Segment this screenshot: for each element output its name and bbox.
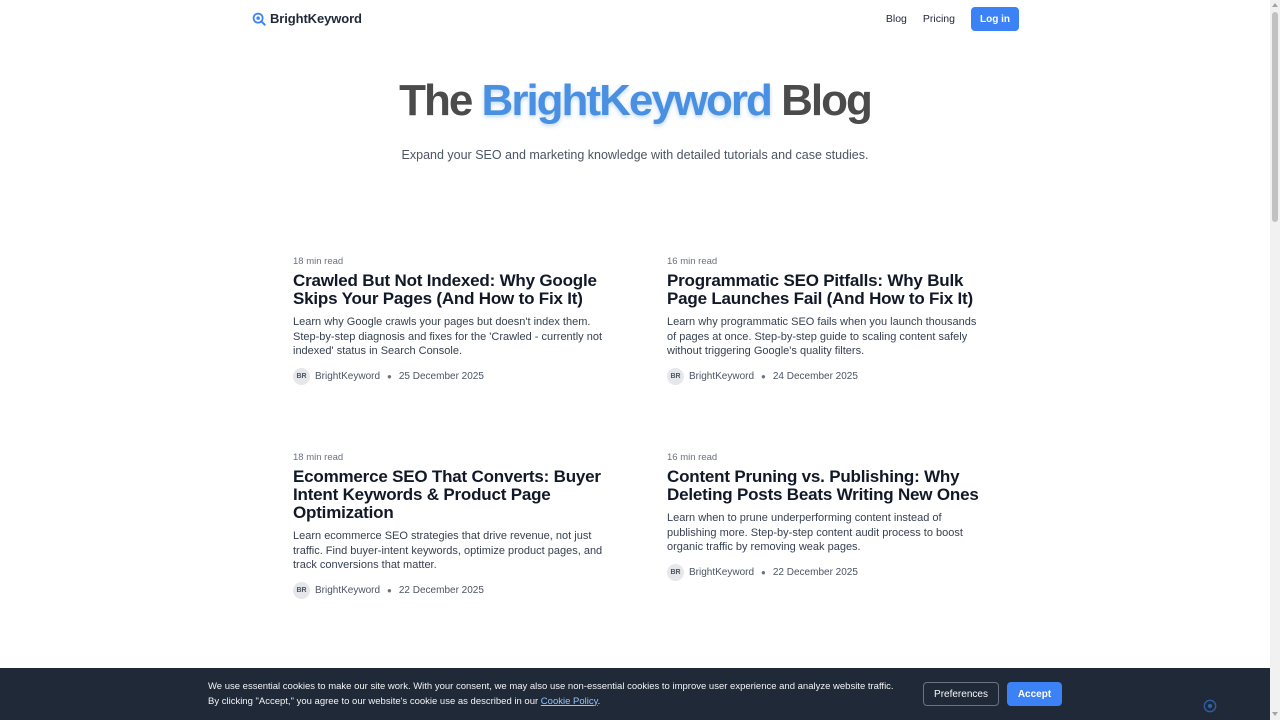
cookie-policy-link[interactable]: Cookie Policy bbox=[541, 696, 598, 707]
post-card[interactable]: 18 min read Ecommerce SEO That Converts:… bbox=[293, 452, 608, 599]
post-date: 24 December 2025 bbox=[772, 370, 858, 382]
post-date: 22 December 2025 bbox=[398, 584, 484, 596]
avatar: BR bbox=[667, 563, 684, 581]
separator-dot: ● bbox=[761, 567, 766, 577]
post-author: BrightKeyword bbox=[315, 370, 381, 382]
cookie-line-2: By clicking "Accept," you agree to our w… bbox=[208, 695, 539, 707]
cookie-line-1: We use essential cookies to make our sit… bbox=[208, 681, 894, 692]
scroll-down-arrow-icon[interactable] bbox=[1272, 712, 1278, 716]
title-accent: BrightKeyword bbox=[481, 76, 773, 125]
post-title[interactable]: Crawled But Not Indexed: Why Google Skip… bbox=[293, 272, 608, 308]
post-meta: BR BrightKeyword ● 22 December 2025 bbox=[293, 581, 608, 599]
title-suffix: Blog bbox=[781, 76, 873, 125]
post-card[interactable]: 18 min read Crawled But Not Indexed: Why… bbox=[293, 256, 608, 385]
post-meta: BR BrightKeyword ● 25 December 2025 bbox=[293, 367, 608, 385]
preferences-button[interactable]: Preferences bbox=[923, 682, 999, 706]
read-time: 16 min read bbox=[667, 452, 718, 463]
nav-link-blog[interactable]: Blog bbox=[886, 13, 907, 25]
post-excerpt: Learn why Google crawls your pages but d… bbox=[293, 316, 603, 357]
post-author: BrightKeyword bbox=[315, 584, 381, 596]
avatar: BR bbox=[293, 367, 310, 385]
nav-links: Blog Pricing Log in bbox=[886, 7, 1019, 31]
page: BrightKeyword Blog Pricing Log in The Br… bbox=[0, 0, 1270, 720]
magnifier-logo-icon bbox=[252, 12, 266, 26]
read-time: 16 min read bbox=[667, 256, 718, 267]
avatar: BR bbox=[293, 581, 310, 599]
login-button[interactable]: Log in bbox=[971, 7, 1019, 31]
post-title[interactable]: Content Pruning vs. Publishing: Why Dele… bbox=[667, 468, 982, 504]
brand-logo[interactable]: BrightKeyword bbox=[252, 11, 362, 26]
cookie-message: We use essential cookies to make our sit… bbox=[208, 680, 918, 709]
post-meta: BR BrightKeyword ● 22 December 2025 bbox=[667, 563, 982, 581]
post-title[interactable]: Ecommerce SEO That Converts: Buyer Inten… bbox=[293, 468, 608, 522]
avatar: BR bbox=[667, 367, 684, 385]
post-title[interactable]: Programmatic SEO Pitfalls: Why Bulk Page… bbox=[667, 272, 982, 308]
accept-button[interactable]: Accept bbox=[1007, 682, 1062, 706]
nav-link-pricing[interactable]: Pricing bbox=[923, 13, 955, 25]
post-excerpt: Learn why programmatic SEO fails when yo… bbox=[667, 316, 977, 357]
top-nav: BrightKeyword Blog Pricing Log in bbox=[0, 0, 1270, 38]
read-time: 18 min read bbox=[293, 256, 344, 267]
post-meta: BR BrightKeyword ● 24 December 2025 bbox=[667, 367, 982, 385]
scroll-up-arrow-icon[interactable] bbox=[1272, 3, 1278, 7]
separator-dot: ● bbox=[387, 585, 392, 595]
read-time: 18 min read bbox=[293, 452, 344, 463]
scroll-thumb[interactable] bbox=[1272, 12, 1278, 222]
cookie-consent-logo-icon bbox=[1203, 699, 1217, 713]
post-excerpt: Learn when to prune underperforming cont… bbox=[667, 512, 963, 553]
post-author: BrightKeyword bbox=[689, 370, 755, 382]
brand-name: BrightKeyword bbox=[270, 11, 362, 26]
post-card[interactable]: 16 min read Programmatic SEO Pitfalls: W… bbox=[667, 256, 982, 385]
separator-dot: ● bbox=[761, 371, 766, 381]
page-subtitle: Expand your SEO and marketing knowledge … bbox=[401, 148, 869, 162]
post-author: BrightKeyword bbox=[689, 566, 755, 578]
page-scrollbar[interactable] bbox=[1270, 0, 1280, 720]
page-title: The BrightKeyword Blog bbox=[0, 76, 1270, 126]
post-date: 22 December 2025 bbox=[772, 566, 858, 578]
title-prefix: The bbox=[399, 76, 473, 125]
cookie-line-end: . bbox=[597, 695, 601, 707]
cookie-banner: We use essential cookies to make our sit… bbox=[0, 668, 1270, 720]
post-excerpt: Learn ecommerce SEO strategies that driv… bbox=[293, 530, 603, 571]
post-card[interactable]: 16 min read Content Pruning vs. Publishi… bbox=[667, 452, 982, 581]
post-date: 25 December 2025 bbox=[398, 370, 484, 382]
separator-dot: ● bbox=[387, 371, 392, 381]
